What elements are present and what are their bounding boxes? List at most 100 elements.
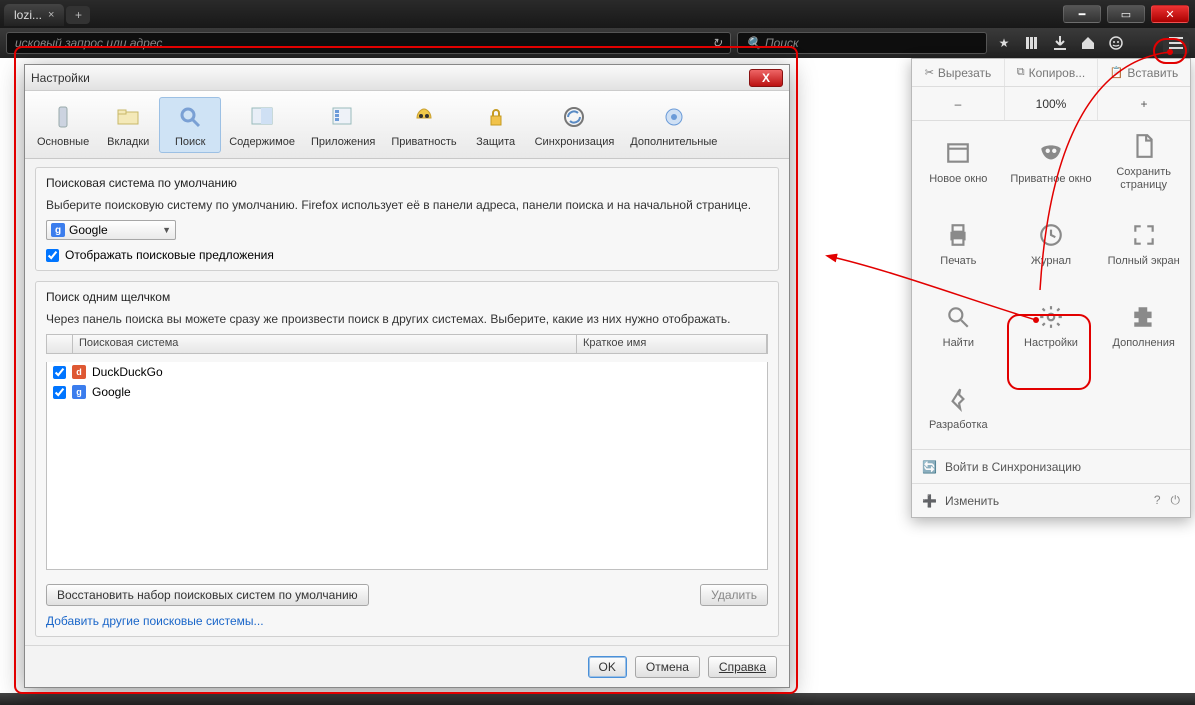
advanced-icon bbox=[659, 102, 689, 132]
group-heading: Поисковая система по умолчанию bbox=[46, 176, 768, 190]
group-description: Через панель поиска вы можете сразу же п… bbox=[46, 312, 768, 326]
dialog-close-button[interactable]: X bbox=[749, 69, 783, 87]
window-icon bbox=[944, 139, 972, 167]
help-icon[interactable]: ? bbox=[1154, 493, 1161, 508]
help-button[interactable]: Справка bbox=[708, 656, 777, 678]
zoom-in-button[interactable]: + bbox=[1098, 87, 1190, 120]
dev-icon bbox=[944, 385, 972, 413]
search-icon bbox=[175, 102, 205, 132]
navigation-toolbar: исковый запрос или адрес↻ 🔍Поиск ★ bbox=[0, 28, 1195, 58]
engine-name: Google bbox=[92, 385, 131, 399]
page-icon bbox=[1130, 132, 1158, 160]
browser-tab[interactable]: lozi... × bbox=[4, 4, 64, 26]
sync-icon bbox=[559, 102, 589, 132]
menu-item-print[interactable]: Печать bbox=[912, 203, 1005, 285]
menu-item-window[interactable]: Новое окно bbox=[912, 121, 1005, 203]
apps-icon bbox=[328, 102, 358, 132]
engine-name: DuckDuckGo bbox=[92, 365, 163, 379]
home-icon[interactable] bbox=[1077, 32, 1099, 54]
face-icon[interactable] bbox=[1105, 32, 1127, 54]
menu-item-dev[interactable]: Разработка bbox=[912, 367, 1005, 449]
add-engines-link[interactable]: Добавить другие поисковые системы... bbox=[46, 614, 768, 628]
show-suggestions-checkbox[interactable]: Отображать поисковые предложения bbox=[46, 248, 768, 262]
menu-cut[interactable]: ✂ Вырезать bbox=[912, 59, 1005, 86]
power-icon[interactable]: ⏻ bbox=[1171, 493, 1181, 508]
settings-icon bbox=[1037, 303, 1065, 331]
plus-icon: ➕ bbox=[922, 494, 937, 508]
settings-tab-general[interactable]: Основные bbox=[29, 98, 97, 152]
oneclick-search-group: Поиск одним щелчком Через панель поиска … bbox=[35, 281, 779, 637]
engine-row[interactable]: d DuckDuckGo bbox=[47, 362, 767, 382]
menu-item-mask[interactable]: Приватное окно bbox=[1005, 121, 1098, 203]
col-engine: Поисковая система bbox=[73, 335, 577, 353]
default-engine-select[interactable]: g Google ▼ bbox=[46, 220, 176, 240]
engine-list-header: Поисковая система Краткое имя bbox=[46, 334, 768, 354]
settings-dialog: Настройки X ОсновныеВкладкиПоискСодержим… bbox=[24, 64, 790, 688]
default-search-group: Поисковая система по умолчанию Выберите … bbox=[35, 167, 779, 271]
ddg-favicon-icon: d bbox=[72, 365, 86, 379]
downloads-icon[interactable] bbox=[1049, 32, 1071, 54]
zoom-level[interactable]: 100% bbox=[1005, 87, 1098, 120]
menu-sync[interactable]: 🔄 Войти в Синхронизацию bbox=[912, 449, 1190, 483]
window-titlebar: ━ ▭ ✕ bbox=[0, 0, 1195, 28]
search-bar[interactable]: 🔍Поиск bbox=[737, 32, 987, 54]
dialog-titlebar: Настройки X bbox=[25, 65, 789, 91]
tabs-icon bbox=[113, 102, 143, 132]
chevron-down-icon: ▼ bbox=[162, 225, 171, 235]
settings-category-tabs: ОсновныеВкладкиПоискСодержимоеПриложения… bbox=[25, 91, 789, 159]
settings-tab-advanced[interactable]: Дополнительные bbox=[622, 98, 725, 152]
dialog-title: Настройки bbox=[31, 71, 90, 85]
dialog-footer: OK Отмена Справка bbox=[25, 645, 789, 687]
col-keyword: Краткое имя bbox=[577, 335, 767, 353]
find-icon bbox=[944, 303, 972, 331]
privacy-icon bbox=[409, 102, 439, 132]
google-favicon-icon: g bbox=[51, 223, 65, 237]
sync-icon: 🔄 bbox=[922, 460, 937, 474]
engine-list[interactable]: d DuckDuckGo g Google bbox=[46, 362, 768, 570]
cancel-button[interactable]: Отмена bbox=[635, 656, 700, 678]
tab-title: lozi... bbox=[14, 8, 42, 22]
menu-item-find[interactable]: Найти bbox=[912, 285, 1005, 367]
ok-button[interactable]: OK bbox=[588, 656, 627, 678]
security-icon bbox=[481, 102, 511, 132]
settings-tab-privacy[interactable]: Приватность bbox=[383, 98, 464, 152]
settings-tab-content[interactable]: Содержимое bbox=[221, 98, 303, 152]
group-heading: Поиск одним щелчком bbox=[46, 290, 768, 304]
menu-item-history[interactable]: Журнал bbox=[1005, 203, 1098, 285]
menu-item-page[interactable]: Сохранить страницу bbox=[1097, 121, 1190, 203]
settings-tab-security[interactable]: Защита bbox=[465, 98, 527, 152]
menu-item-fullscreen[interactable]: Полный экран bbox=[1097, 203, 1190, 285]
engine-row[interactable]: g Google bbox=[47, 382, 767, 402]
menu-customize[interactable]: ➕ Изменить bbox=[922, 494, 999, 508]
menu-copy[interactable]: ⧉ Копиров... bbox=[1005, 59, 1098, 86]
fullscreen-icon bbox=[1130, 221, 1158, 249]
engine-checkbox[interactable] bbox=[53, 386, 66, 399]
settings-tab-sync[interactable]: Синхронизация bbox=[527, 98, 623, 152]
window-close-button[interactable]: ✕ bbox=[1151, 5, 1189, 23]
tab-close-icon[interactable]: × bbox=[48, 9, 54, 21]
ggl-favicon-icon: g bbox=[72, 385, 86, 399]
remove-engine-button[interactable]: Удалить bbox=[700, 584, 768, 606]
window-maximize-button[interactable]: ▭ bbox=[1107, 5, 1145, 23]
bookmark-star-icon[interactable]: ★ bbox=[993, 32, 1015, 54]
menu-item-addons[interactable]: Дополнения bbox=[1097, 285, 1190, 367]
status-bar bbox=[0, 693, 1195, 705]
window-minimize-button[interactable]: ━ bbox=[1063, 5, 1101, 23]
zoom-out-button[interactable]: – bbox=[912, 87, 1005, 120]
menu-button[interactable] bbox=[1163, 32, 1189, 54]
content-icon bbox=[247, 102, 277, 132]
app-menu-panel: ✂ Вырезать ⧉ Копиров... 📋 Вставить – 100… bbox=[911, 58, 1191, 518]
address-bar[interactable]: исковый запрос или адрес↻ bbox=[6, 32, 731, 54]
new-tab-button[interactable]: + bbox=[66, 6, 90, 24]
settings-tab-tabs[interactable]: Вкладки bbox=[97, 98, 159, 152]
history-icon bbox=[1037, 221, 1065, 249]
group-description: Выберите поисковую систему по умолчанию.… bbox=[46, 198, 768, 212]
settings-tab-search[interactable]: Поиск bbox=[159, 97, 221, 153]
library-icon[interactable] bbox=[1021, 32, 1043, 54]
engine-checkbox[interactable] bbox=[53, 366, 66, 379]
settings-tab-apps[interactable]: Приложения bbox=[303, 98, 383, 152]
menu-item-settings[interactable]: Настройки bbox=[1005, 285, 1098, 367]
general-icon bbox=[48, 102, 78, 132]
menu-paste[interactable]: 📋 Вставить bbox=[1098, 59, 1190, 86]
restore-defaults-button[interactable]: Восстановить набор поисковых систем по у… bbox=[46, 584, 369, 606]
